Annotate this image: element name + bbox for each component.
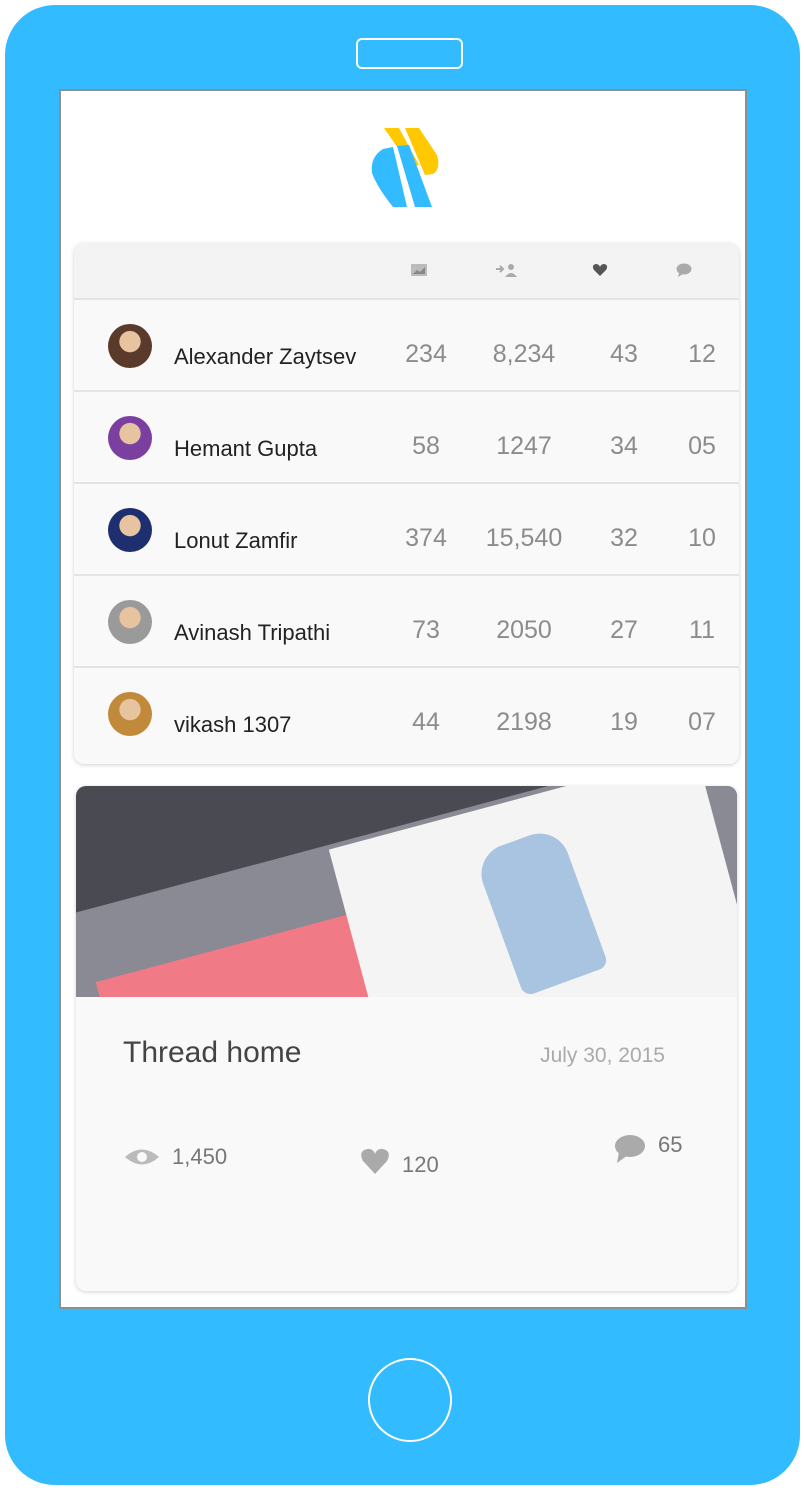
user-name[interactable]: Avinash Tripathi bbox=[174, 620, 330, 646]
followers-count: 8,234 bbox=[492, 340, 556, 368]
speaker bbox=[356, 38, 463, 69]
shots-count: 44 bbox=[412, 708, 440, 736]
table-body: Alexander Zaytsev 234 8,234 43 12 Hemant Gupt… bbox=[74, 300, 739, 760]
comments-count: 65 bbox=[658, 1132, 683, 1157]
comments-stat[interactable]: 65 bbox=[614, 1132, 683, 1164]
post-title[interactable]: Thread home bbox=[123, 1036, 301, 1070]
avatar[interactable] bbox=[108, 692, 152, 736]
shots-count: 234 bbox=[405, 340, 447, 368]
followers-count: 2198 bbox=[496, 708, 552, 736]
comments-count: 12 bbox=[688, 340, 716, 368]
table-header bbox=[74, 243, 739, 300]
table-row[interactable]: vikash 1307 44 2198 19 07 bbox=[74, 668, 739, 760]
user-name[interactable]: vikash 1307 bbox=[174, 712, 291, 738]
table-row[interactable]: Lonut Zamfir 374 15,540 32 10 bbox=[74, 484, 739, 576]
comments-count: 07 bbox=[688, 708, 716, 736]
comment-icon[interactable] bbox=[676, 263, 692, 282]
home-button[interactable] bbox=[368, 1358, 452, 1442]
likes-count: 27 bbox=[610, 616, 638, 644]
likes-count: 32 bbox=[610, 524, 638, 552]
likes-count: 19 bbox=[610, 708, 638, 736]
followers-count: 1247 bbox=[496, 432, 552, 460]
post-date: July 30, 2015 bbox=[540, 1044, 665, 1067]
screen: Alexander Zaytsev 234 8,234 43 12 Hemant Gupt… bbox=[59, 89, 747, 1309]
likes-count: 43 bbox=[610, 340, 638, 368]
heart-icon[interactable] bbox=[592, 263, 608, 282]
shots-count: 58 bbox=[412, 432, 440, 460]
user-name[interactable]: Alexander Zaytsev bbox=[174, 344, 356, 370]
likes-count: 120 bbox=[402, 1152, 439, 1177]
views-count: 1,450 bbox=[172, 1144, 228, 1169]
comment-icon bbox=[615, 1135, 645, 1163]
likes-stat[interactable]: 120 bbox=[360, 1144, 439, 1178]
avatar[interactable] bbox=[108, 600, 152, 644]
post-image[interactable] bbox=[76, 786, 737, 997]
avatar[interactable] bbox=[108, 416, 152, 460]
comments-count: 11 bbox=[689, 616, 715, 644]
followers-count: 2050 bbox=[496, 616, 552, 644]
followers-icon[interactable] bbox=[495, 263, 519, 282]
followers-count: 15,540 bbox=[485, 524, 563, 552]
eye-icon bbox=[125, 1149, 159, 1165]
table-row[interactable]: Avinash Tripathi 73 2050 27 11 bbox=[74, 576, 739, 668]
shots-count: 374 bbox=[405, 524, 447, 552]
user-name[interactable]: Hemant Gupta bbox=[174, 436, 317, 462]
comments-count: 05 bbox=[688, 432, 716, 460]
avatar[interactable] bbox=[108, 508, 152, 552]
table-row[interactable]: Hemant Gupta 58 1247 34 05 bbox=[74, 392, 739, 484]
app-logo bbox=[371, 128, 439, 207]
post-card[interactable]: Thread home July 30, 2015 1,450 120 65 bbox=[76, 786, 737, 1291]
likes-count: 34 bbox=[610, 432, 638, 460]
views-stat: 1,450 bbox=[124, 1144, 227, 1170]
shots-count: 73 bbox=[412, 616, 440, 644]
image-icon[interactable] bbox=[410, 263, 428, 282]
leaderboard-table: Alexander Zaytsev 234 8,234 43 12 Hemant Gupt… bbox=[74, 243, 739, 764]
avatar[interactable] bbox=[108, 324, 152, 368]
user-name[interactable]: Lonut Zamfir bbox=[174, 528, 298, 554]
heart-icon bbox=[361, 1148, 389, 1174]
comments-count: 10 bbox=[688, 524, 716, 552]
table-row[interactable]: Alexander Zaytsev 234 8,234 43 12 bbox=[74, 300, 739, 392]
